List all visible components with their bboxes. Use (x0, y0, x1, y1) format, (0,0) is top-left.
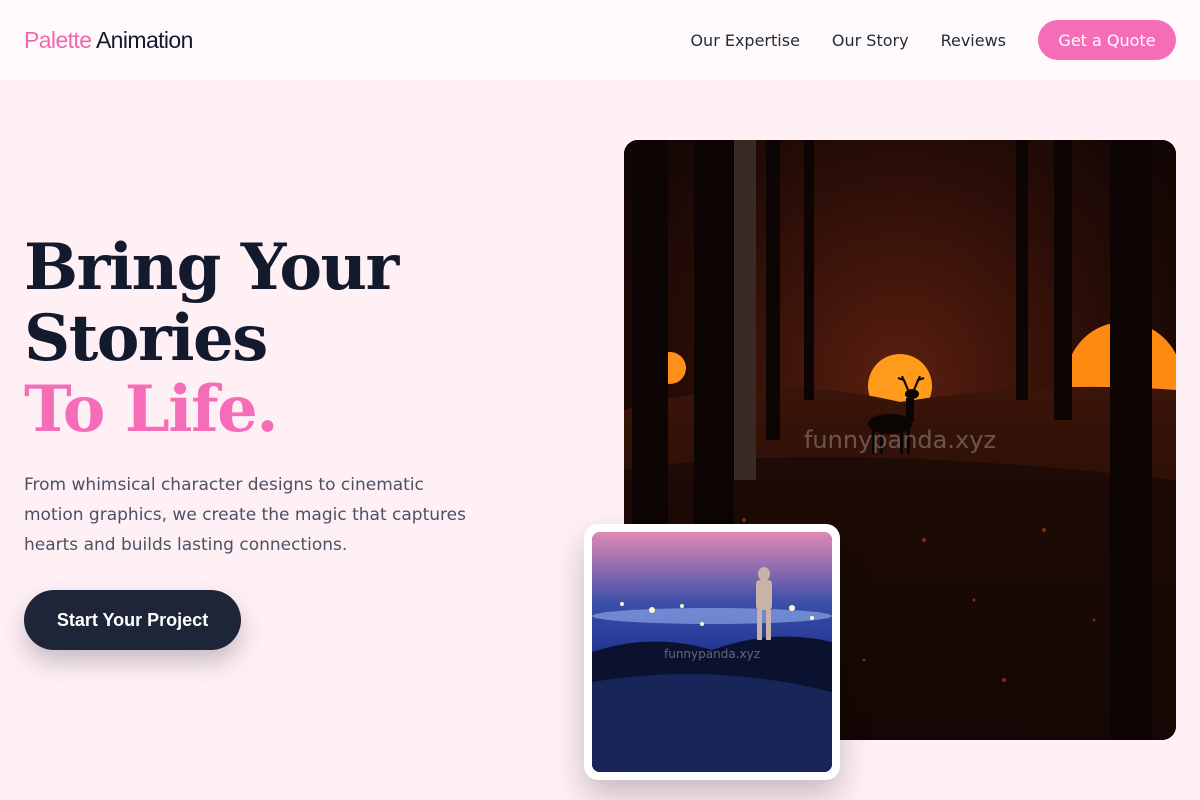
get-a-quote-button[interactable]: Get a Quote (1038, 20, 1176, 60)
nav-link-our-story[interactable]: Our Story (832, 31, 909, 50)
brand-logo-accent: Palette (24, 26, 92, 53)
main-nav: Our Expertise Our Story Reviews Get a Qu… (658, 20, 1176, 60)
hero-headline: Bring Your Stories To Life. (24, 230, 399, 447)
brand-logo-rest: Animation (95, 26, 193, 53)
site-header: Palette Animation Our Expertise Our Stor… (0, 0, 1200, 80)
hero-subtext: From whimsical character designs to cine… (24, 475, 466, 555)
start-your-project-button[interactable]: Start Your Project (24, 590, 241, 650)
main-image-watermark: funnypanda.xyz (804, 426, 996, 454)
secondary-image: funnypanda.xyz (592, 532, 832, 772)
headline-line-2: Stories (24, 301, 268, 376)
headline-line-1: Bring Your (24, 230, 399, 305)
headline-line-3: To Life. (24, 372, 279, 447)
astronaut-cityscape-illustration: funnypanda.xyz (592, 532, 832, 772)
nav-link-reviews[interactable]: Reviews (941, 31, 1006, 50)
small-image-watermark: funnypanda.xyz (664, 647, 760, 661)
brand-logo[interactable]: Palette Animation (24, 27, 193, 54)
nav-link-our-expertise[interactable]: Our Expertise (690, 31, 799, 50)
secondary-image-card: funnypanda.xyz (584, 524, 840, 780)
